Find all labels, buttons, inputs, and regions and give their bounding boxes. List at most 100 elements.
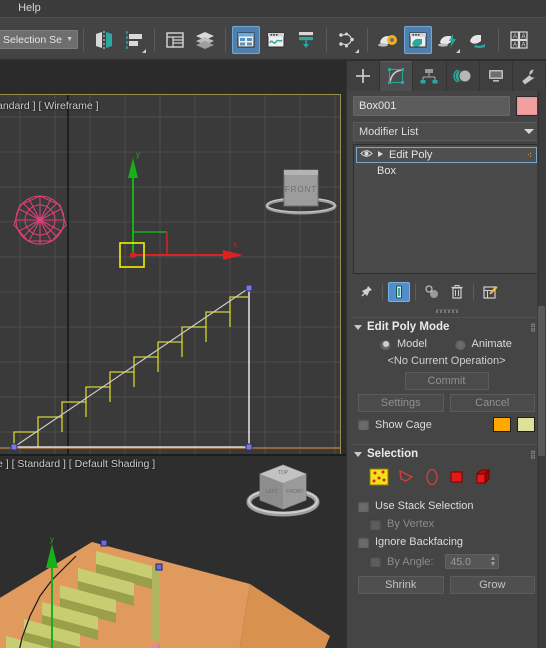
modifier-list-dropdown[interactable]: Modifier List xyxy=(353,122,540,141)
grow-button[interactable]: Grow xyxy=(449,576,535,594)
render-production-icon[interactable] xyxy=(464,26,492,54)
stack-item-box[interactable]: Box xyxy=(356,163,537,179)
expand-arrow-icon[interactable] xyxy=(377,149,385,161)
viewport-area: y x FRONT andard] [Wireframe] y TOP L… xyxy=(0,61,346,648)
by-vertex-row[interactable]: By Vertex xyxy=(358,515,535,533)
rollout-grip-icon: ⣿ xyxy=(530,322,537,332)
viewport-label-front[interactable]: andard ] [ Wireframe ] xyxy=(0,100,99,112)
viewport-front[interactable]: y x FRONT andard] [Wireframe] xyxy=(0,94,341,482)
mirror-icon[interactable] xyxy=(90,26,118,54)
make-unique-icon[interactable] xyxy=(421,282,443,302)
by-angle-spinner[interactable]: 45.0 ▲ ▼ xyxy=(445,554,500,569)
rollout-grip-icon: ⣿ xyxy=(530,449,537,459)
radio-animate[interactable]: Animate xyxy=(447,338,536,350)
spinner-arrows-icon[interactable]: ▲ ▼ xyxy=(490,555,497,568)
ignore-backfacing-row[interactable]: Ignore Backfacing xyxy=(358,533,535,551)
stack-item-label: Box xyxy=(377,165,396,177)
selection-set-dropdown[interactable]: Selection Se ▼ xyxy=(0,30,78,49)
ignore-backfacing-checkbox[interactable] xyxy=(358,536,369,548)
rollout-selection: Selection ⣿ Use Stack Selection By Verte… xyxy=(352,444,541,602)
menu-item-0[interactable]: t xyxy=(0,0,9,17)
cage-color-swatch-2[interactable] xyxy=(517,417,535,432)
show-cage-row[interactable]: Show Cage xyxy=(358,414,535,435)
stack-tool-divider xyxy=(415,284,416,300)
flyout-indicator xyxy=(142,48,146,53)
cancel-button[interactable]: Cancel xyxy=(449,394,535,412)
perspective-scene: y x TOP LEFT FRONT xyxy=(0,456,346,648)
by-angle-row[interactable]: By Angle: 45.0 ▲ ▼ xyxy=(358,551,535,572)
pin-stack-icon[interactable] xyxy=(355,282,377,302)
cage-color-swatch-1[interactable] xyxy=(493,417,511,432)
tab-modify[interactable] xyxy=(380,61,414,91)
by-vertex-label: By Vertex xyxy=(387,518,435,530)
stack-item-edit-poly[interactable]: Edit Poly ⁖ xyxy=(356,147,537,163)
svg-text:A: A xyxy=(522,42,526,48)
scrollbar-thumb[interactable] xyxy=(538,306,545,456)
gizmo-dots-icon: ⁖ xyxy=(526,149,533,160)
use-stack-selection-checkbox[interactable] xyxy=(358,500,369,512)
edit-poly-mode-radios: Model Animate xyxy=(358,336,535,353)
command-panel-tabs xyxy=(347,61,546,91)
settings-cancel-row: Settings Cancel xyxy=(358,392,535,414)
border-icon[interactable] xyxy=(424,467,440,492)
remove-modifier-icon[interactable] xyxy=(446,282,468,302)
by-vertex-checkbox[interactable] xyxy=(370,518,381,530)
show-end-result-icon[interactable] xyxy=(388,282,410,302)
radio-model[interactable]: Model xyxy=(358,338,447,350)
schematic-view-icon[interactable] xyxy=(292,26,320,54)
toolbar-divider xyxy=(498,27,499,52)
render-setup-icon[interactable] xyxy=(404,25,432,54)
rollout-triangle-icon xyxy=(354,324,362,330)
menu-item-help[interactable]: Help xyxy=(9,0,50,17)
render-frame-icon[interactable] xyxy=(434,26,462,54)
rollout-header-edit-poly-mode[interactable]: Edit Poly Mode ⣿ xyxy=(352,318,541,336)
by-angle-value: 45.0 xyxy=(450,555,471,568)
toolbar-divider xyxy=(225,27,226,52)
align-icon[interactable] xyxy=(120,26,148,54)
toolbar-divider xyxy=(154,27,155,52)
edge-icon[interactable] xyxy=(398,467,416,492)
element-icon[interactable] xyxy=(474,467,494,492)
grip-handle xyxy=(435,309,458,313)
tab-motion[interactable] xyxy=(447,61,480,91)
tab-utilities[interactable] xyxy=(513,61,546,91)
polygon-icon[interactable] xyxy=(448,467,466,492)
subobject-level-buttons xyxy=(358,463,535,497)
material-editor-icon[interactable] xyxy=(374,26,402,54)
layer-manager-icon[interactable] xyxy=(191,26,219,54)
scene-explorer-icon[interactable] xyxy=(232,25,260,54)
configure-modifier-sets-icon[interactable] xyxy=(479,282,501,302)
settings-button[interactable]: Settings xyxy=(358,394,444,412)
radio-dot xyxy=(454,338,466,350)
command-panel-scrollbar[interactable] xyxy=(537,91,546,648)
current-operation-label: <No Current Operation> xyxy=(387,355,506,367)
particle-view-icon[interactable] xyxy=(333,26,361,54)
tab-create[interactable] xyxy=(347,61,381,91)
view-cube[interactable]: FRONT xyxy=(258,158,340,227)
use-stack-selection-label: Use Stack Selection xyxy=(375,500,474,512)
commit-button[interactable]: Commit xyxy=(404,372,489,390)
rollout-header-selection[interactable]: Selection ⣿ xyxy=(352,445,541,463)
svg-text:y: y xyxy=(50,535,54,544)
tab-hierarchy[interactable] xyxy=(413,61,447,91)
by-angle-checkbox[interactable] xyxy=(370,556,381,567)
viewport-perspective[interactable]: y x TOP LEFT FRONT xyxy=(0,456,346,648)
shrink-button[interactable]: Shrink xyxy=(358,576,444,594)
use-stack-selection-row[interactable]: Use Stack Selection xyxy=(358,497,535,515)
layer-explorer-icon[interactable] xyxy=(161,26,189,54)
rollout-body-edit-poly-mode: Model Animate <No Current Operation> Com… xyxy=(352,336,541,441)
curve-editor-icon[interactable] xyxy=(262,26,290,54)
modifier-stack[interactable]: Edit Poly ⁖ Box xyxy=(353,144,540,274)
eye-icon[interactable] xyxy=(360,149,373,161)
render-grid-icon[interactable]: A A A A xyxy=(505,26,533,54)
viewport-label-perspective[interactable]: e ] [ Standard ] [ Default Shading ] xyxy=(0,458,155,470)
object-name-field[interactable]: Box001 xyxy=(353,96,510,116)
3dsmax-window: t Help Selection Se ▼ xyxy=(0,0,546,648)
show-cage-checkbox[interactable] xyxy=(358,419,369,430)
tab-display[interactable] xyxy=(480,61,513,91)
rollout-body-selection: Use Stack Selection By Vertex Ignore Bac… xyxy=(352,463,541,602)
vertex-icon[interactable] xyxy=(368,467,390,492)
view-cube-face-label: FRONT xyxy=(285,185,318,194)
radio-dot xyxy=(380,338,391,350)
panel-grip[interactable] xyxy=(347,306,546,317)
